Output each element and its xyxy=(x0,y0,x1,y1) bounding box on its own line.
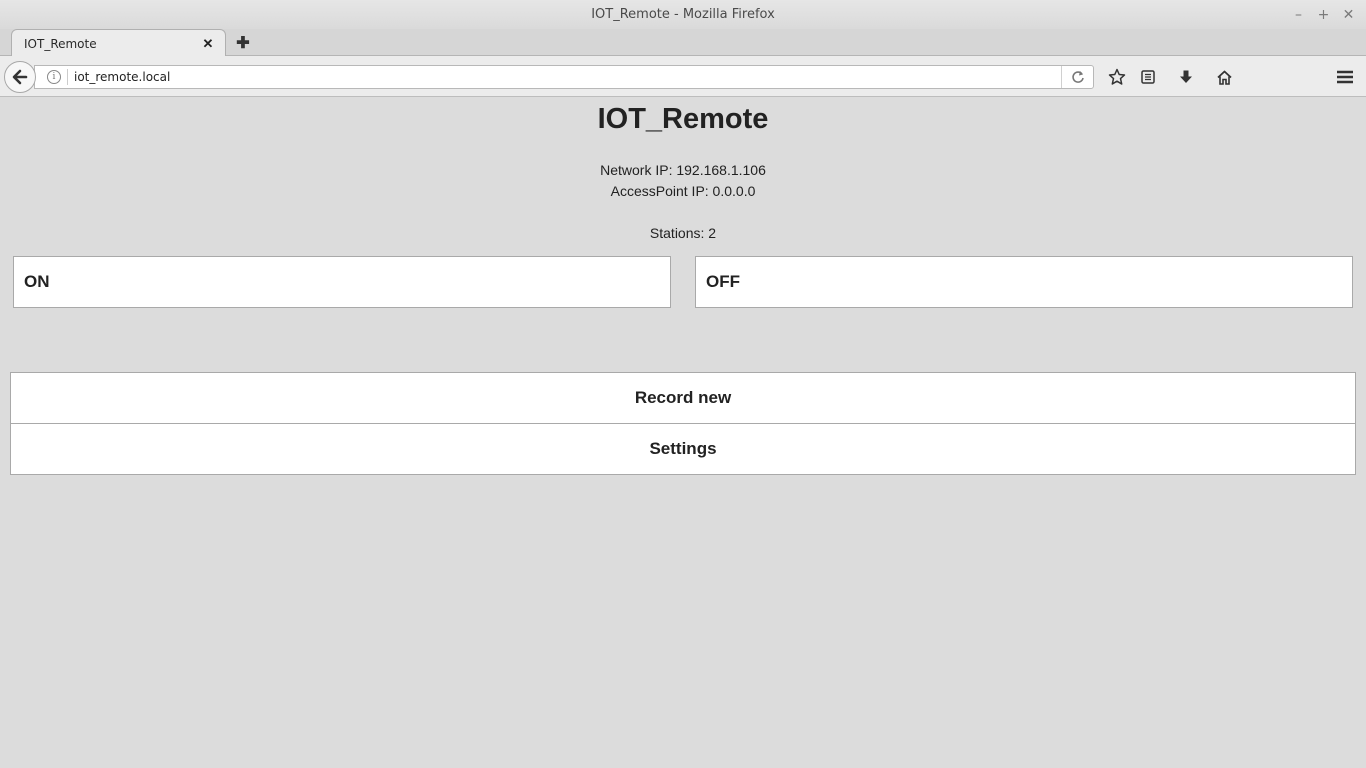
window-titlebar: IOT_Remote - Mozilla Firefox – + ✕ xyxy=(0,0,1366,29)
home-icon[interactable] xyxy=(1213,66,1235,88)
window-title: IOT_Remote - Mozilla Firefox xyxy=(591,7,775,22)
minimize-button[interactable]: – xyxy=(1289,5,1308,24)
window-controls: – + ✕ xyxy=(1289,5,1358,24)
tab-iot-remote[interactable]: IOT_Remote ✕ xyxy=(11,29,226,57)
reload-icon[interactable] xyxy=(1061,66,1093,88)
close-window-button[interactable]: ✕ xyxy=(1339,5,1358,24)
url-bar[interactable]: i iot_remote.local xyxy=(34,65,1094,89)
hamburger-menu-icon[interactable] xyxy=(1334,66,1356,88)
accesspoint-ip-text: AccessPoint IP: 0.0.0.0 xyxy=(610,183,756,199)
on-button[interactable]: ON xyxy=(13,256,671,308)
new-tab-button[interactable]: ✚ xyxy=(233,33,253,53)
star-icon[interactable] xyxy=(1106,66,1128,88)
tab-close-icon[interactable]: ✕ xyxy=(199,35,217,53)
record-new-button[interactable]: Record new xyxy=(10,372,1356,424)
tab-strip: IOT_Remote ✕ ✚ xyxy=(0,29,1366,57)
back-button[interactable] xyxy=(4,61,36,93)
maximize-button[interactable]: + xyxy=(1314,5,1333,24)
page-content: IOT_Remote Network IP: 192.168.1.106 Acc… xyxy=(0,97,1366,768)
network-ip-text: Network IP: 192.168.1.106 xyxy=(600,162,766,178)
tab-label: IOT_Remote xyxy=(24,36,97,51)
info-icon[interactable]: i xyxy=(47,70,61,84)
stations-text: Stations: 2 xyxy=(649,225,717,241)
navigation-bar: i iot_remote.local xyxy=(0,56,1366,97)
back-arrow-icon xyxy=(11,68,29,86)
settings-button[interactable]: Settings xyxy=(10,423,1356,475)
page-title: IOT_Remote xyxy=(597,103,769,135)
off-button[interactable]: OFF xyxy=(695,256,1353,308)
download-arrow-icon[interactable] xyxy=(1175,66,1197,88)
url-text[interactable]: iot_remote.local xyxy=(74,70,1061,84)
url-separator xyxy=(67,69,68,85)
reading-list-icon[interactable] xyxy=(1137,66,1159,88)
